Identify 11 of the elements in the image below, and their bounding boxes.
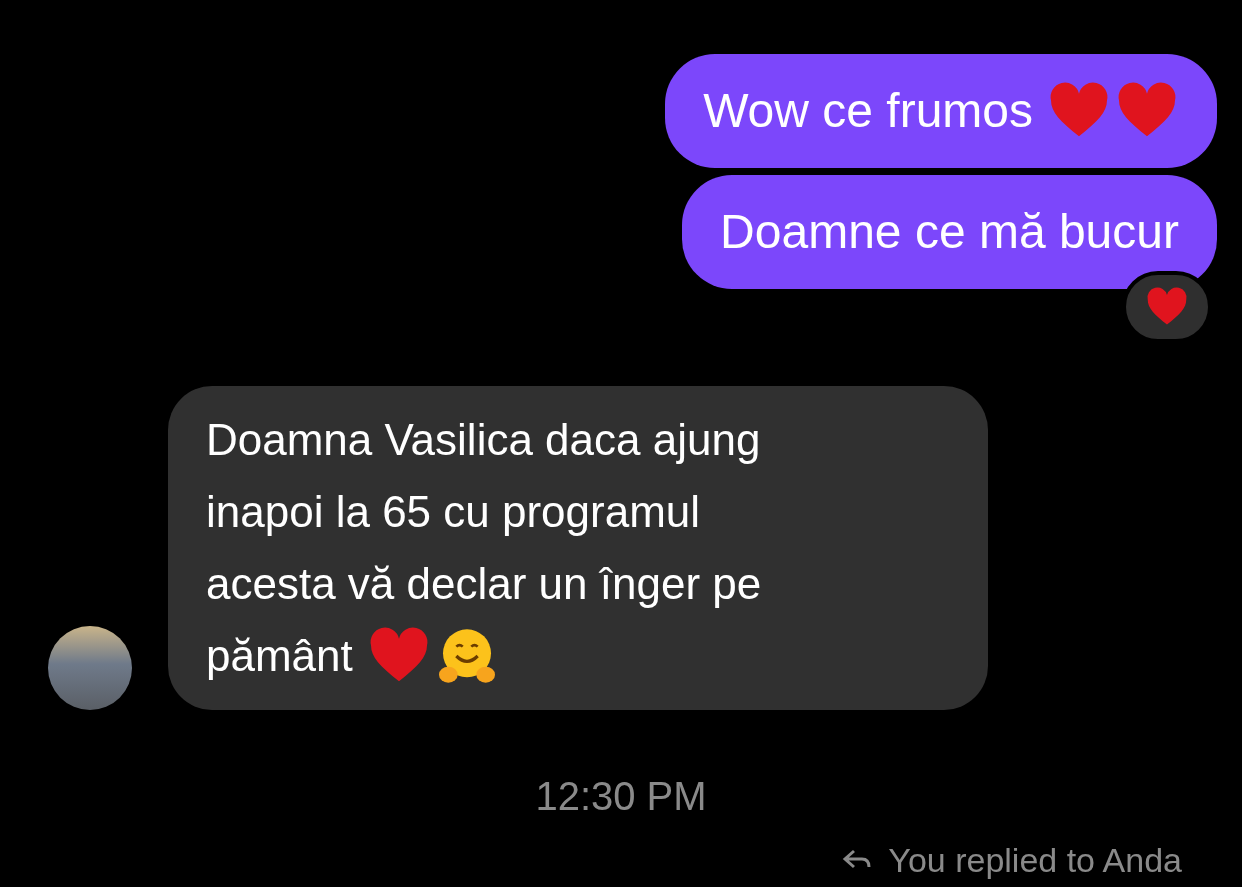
- message-text: Doamna Vasilica daca ajung: [206, 414, 761, 466]
- message-text: Wow ce frumos: [703, 83, 1033, 139]
- timestamp: 12:30 PM: [535, 773, 707, 820]
- message-bubble[interactable]: Doamne ce mă bucur: [682, 175, 1217, 289]
- message-text: inapoi la 65 cu programul: [206, 486, 701, 538]
- reply-note: You replied to Anda: [888, 840, 1182, 880]
- message-text: pământ: [206, 630, 353, 682]
- message-bubble[interactable]: Wow ce frumos: [665, 54, 1217, 168]
- message-bubble[interactable]: Doamna Vasilica daca ajung inapoi la 65 cu programul acesta vă declar un înger pe pământ: [168, 386, 988, 710]
- message-text: acesta vă declar un înger pe: [206, 558, 762, 610]
- message-text: Doamne ce mă bucur: [720, 204, 1179, 260]
